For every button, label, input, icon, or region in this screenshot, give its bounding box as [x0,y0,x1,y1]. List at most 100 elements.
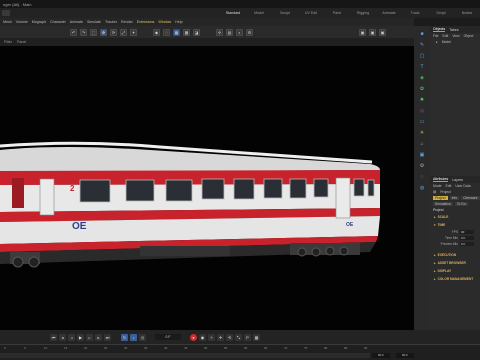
prev-key-icon[interactable]: ◂ [59,333,66,341]
tag-icon[interactable]: ⌂ [418,140,426,148]
key-rotation-icon[interactable]: ⟲ [226,333,233,341]
record-icon[interactable]: ● [190,333,197,341]
subtab-project[interactable]: Project [433,196,448,200]
key-selection-icon[interactable]: ✧ [208,333,215,341]
layout-tab[interactable]: Paint [324,11,350,15]
redo-icon[interactable]: ↷ [80,28,87,36]
snap-icon[interactable]: ✢ [216,28,223,36]
current-frame-field[interactable]: 0 F [155,334,181,340]
layout-tab[interactable]: Script [428,11,454,15]
subtab-simulation[interactable]: Simulation [433,202,453,206]
menu-item[interactable]: Render [121,20,133,24]
lock-icon[interactable]: ▤ [226,28,233,36]
render-queue-icon[interactable]: ▣ [379,28,386,36]
key-position-icon[interactable]: ✛ [217,333,224,341]
points-mode-icon[interactable]: ⁘ [163,28,170,36]
loop-icon[interactable]: ↻ [121,333,128,341]
prev-frame-icon[interactable]: ◃ [68,333,75,341]
key-param-icon[interactable]: P [244,333,251,341]
subtab-info[interactable]: Info [449,196,460,200]
timeline-ruler[interactable]: 0 5 10 15 20 25 30 35 40 45 50 55 60 65 70 75 80 85 90 90 … [0,344,480,360]
timeline-range-bar[interactable] [0,353,370,358]
menu-item[interactable]: Tracker [105,20,117,24]
axis-icon[interactable]: ✦ [130,28,137,36]
render-settings-icon[interactable]: ⚙ [246,28,253,36]
generator-icon[interactable]: ◈ [418,74,426,82]
execution-group[interactable]: ▸ EXECUTION [430,251,480,259]
next-frame-icon[interactable]: ▹ [86,333,93,341]
layout-tab[interactable]: Rigging [350,11,376,15]
polygons-mode-icon[interactable]: ▩ [183,28,190,36]
layout-tab[interactable]: Animate [376,11,402,15]
display-group[interactable]: ▸ DISPLAY [430,267,480,275]
select-icon[interactable]: ⬚ [90,28,97,36]
menu-item[interactable]: Mograph [32,20,46,24]
attributes-menu-item[interactable]: Edit [445,184,451,188]
color-management-group[interactable]: ▸ COLOR MANAGEMENT [430,275,480,283]
tab-objects[interactable]: Objects [433,27,446,32]
end-frame-field[interactable]: 90 F [372,353,390,358]
objects-menu-item[interactable]: File [433,34,438,38]
menu-item[interactable]: Extensions [137,20,155,24]
next-key-icon[interactable]: ▸ [95,333,102,341]
viewport-menu-filter[interactable]: Filter [4,40,12,44]
layout-tab[interactable]: Model [246,11,272,15]
render-picture-icon[interactable]: ▣ [369,28,376,36]
edges-mode-icon[interactable]: ▦ [173,28,180,36]
3d-viewport[interactable]: 2 OE OE [0,46,414,330]
fps-field[interactable]: 30 [460,229,474,235]
scale-icon[interactable]: ⤢ [120,28,127,36]
time-min-field[interactable]: 0 F [460,235,474,241]
menu-item[interactable]: Simulate [87,20,101,24]
go-to-start-icon[interactable]: ⏮ [50,333,57,341]
subtab-todo[interactable]: To Do [454,202,468,206]
subtab-cineware[interactable]: Cineware [461,196,480,200]
simulation-icon[interactable]: ◍ [418,184,426,192]
move-icon[interactable]: ✥ [100,28,107,36]
asset-browser-group[interactable]: ▸ ASSET BROWSER [430,259,480,267]
python-icon[interactable]: ◌ [418,173,426,181]
menu-item[interactable]: Volume [16,20,28,24]
objects-menu-item[interactable]: View [452,34,459,38]
render-view-icon[interactable]: ▣ [359,28,366,36]
objects-menu-item[interactable]: Edit [442,34,448,38]
menu-item[interactable]: Window [158,20,171,24]
undo-icon[interactable]: ↶ [70,28,77,36]
sound-icon[interactable]: ♪ [130,333,137,341]
model-mode-icon[interactable]: ◆ [153,28,160,36]
layout-tab[interactable]: Track [402,11,428,15]
light-icon[interactable]: ☀ [418,129,426,137]
spline-pen-icon[interactable]: ✎ [418,41,426,49]
scale-group[interactable]: ▸ SCALE [430,213,480,221]
cube-icon[interactable]: ■ [418,30,426,38]
deformer-icon[interactable]: ✸ [418,96,426,104]
layout-tab[interactable]: Sculpt [272,11,298,15]
camera-icon[interactable]: ▭ [418,118,426,126]
attributes-menu-item[interactable]: User Data [455,184,470,188]
settings-icon[interactable]: ⚙ [418,162,426,170]
layout-tab[interactable]: Standard [220,11,246,15]
mograph-icon[interactable]: ✿ [418,85,426,93]
app-menu-icon[interactable] [2,10,10,16]
time-group[interactable]: ▾ TIME [430,221,480,229]
go-to-end-icon[interactable]: ⏭ [104,333,111,341]
field-icon[interactable]: ◇ [418,107,426,115]
scene-icon[interactable]: ▣ [418,151,426,159]
tab-attributes[interactable]: Attributes [433,177,449,182]
menu-item[interactable]: Help [175,20,182,24]
object-name[interactable]: Model [442,40,451,44]
tab-takes[interactable]: Takes [449,28,458,32]
preview-min-field[interactable]: 0 F [460,241,474,247]
objects-menu-item[interactable]: Object [464,34,474,38]
end-frame-right-field[interactable]: 90 F [396,353,414,358]
render-region-icon[interactable]: ◐ [236,28,243,36]
auto-key-icon[interactable]: ◉ [199,333,206,341]
texture-mode-icon[interactable]: ◪ [193,28,200,36]
menu-item[interactable]: Animate [70,20,83,24]
rotate-icon[interactable]: ⟳ [110,28,117,36]
play-icon[interactable]: ▶ [77,333,84,341]
menu-item[interactable]: Character [50,20,66,24]
tab-layers[interactable]: Layers [452,178,463,182]
text-icon[interactable]: T [418,63,426,71]
object-row[interactable]: ▸ Model [430,39,480,45]
